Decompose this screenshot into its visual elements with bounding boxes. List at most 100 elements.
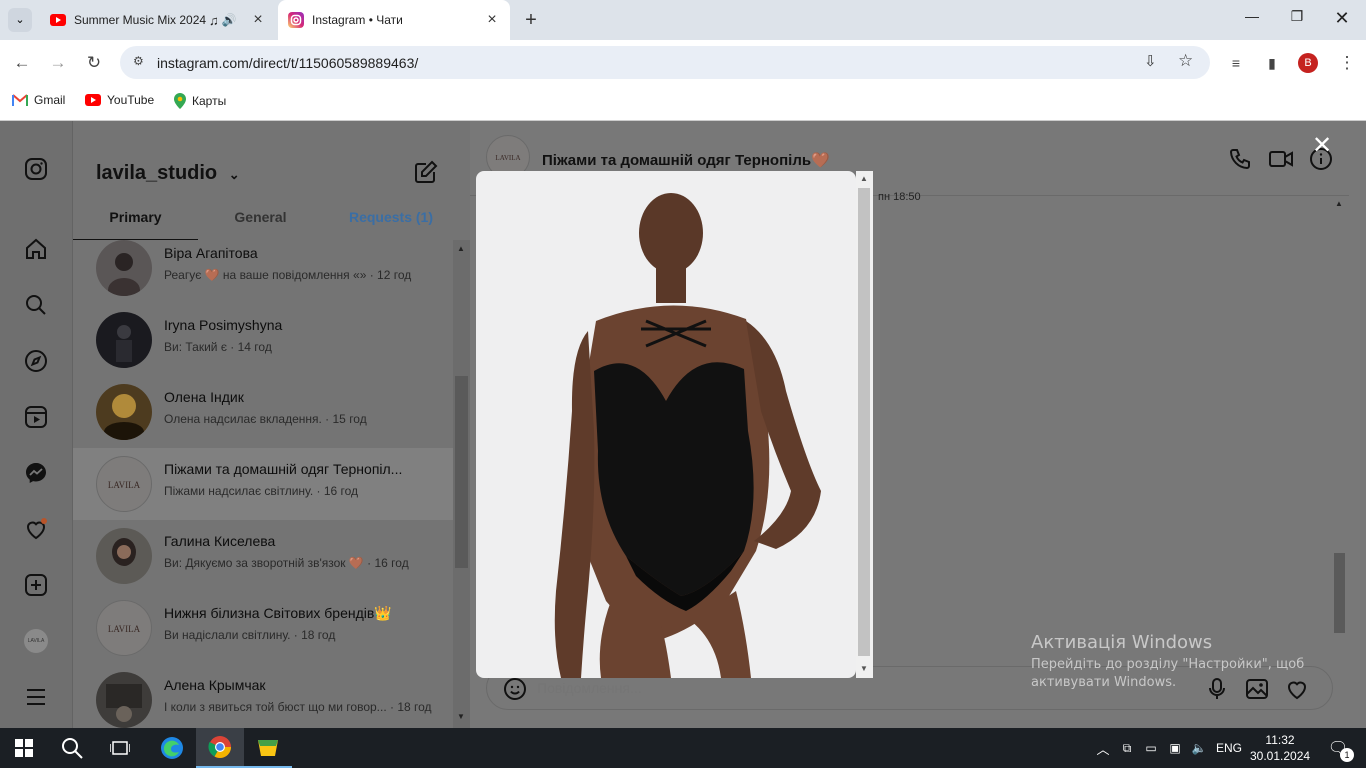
browser-toolbar: ← → ↻ ⚙ instagram.com/direct/t/115060589… — [0, 40, 1366, 85]
close-tab-icon[interactable]: × — [250, 12, 266, 28]
account-switcher[interactable]: lavila_studio ⌄ — [96, 162, 240, 185]
notification-center-button[interactable]: 🗨 1 — [1318, 728, 1358, 768]
reload-button[interactable]: ↻ — [81, 50, 107, 76]
clock[interactable]: 11:32 30.01.2024 — [1250, 732, 1310, 764]
network-icon[interactable]: ▣ — [1164, 728, 1186, 768]
scroll-down-arrow[interactable]: ▼ — [457, 712, 465, 721]
bookmark-star-icon[interactable]: ☆ — [1178, 51, 1193, 71]
video-call-icon[interactable] — [1268, 147, 1294, 171]
more-menu-icon[interactable] — [24, 685, 48, 709]
site-info-icon[interactable]: ⚙ — [133, 54, 144, 68]
emoji-icon[interactable] — [503, 677, 527, 701]
conversation-item[interactable]: LAVILA Нижня білизна Світових брендів👑 В… — [73, 592, 453, 664]
scrollbar-thumb[interactable] — [455, 376, 468, 568]
list-scrollbar[interactable]: ▲ ▼ — [453, 240, 470, 728]
bookmark-youtube[interactable]: YouTube — [85, 93, 154, 107]
explore-compass-icon[interactable] — [24, 349, 48, 373]
scroll-up-arrow[interactable]: ▲ — [1335, 199, 1343, 208]
battery-icon[interactable]: ▭ — [1140, 728, 1162, 768]
volume-icon[interactable]: 🔈 — [1188, 728, 1210, 768]
close-tab-icon[interactable]: × — [484, 12, 500, 28]
show-hidden-icons[interactable]: ︿ — [1092, 728, 1114, 768]
conversation-item[interactable]: Галина Киселева Ви: Дякуємо за зворотній… — [73, 520, 453, 592]
taskbar-app[interactable] — [244, 728, 292, 768]
phone-call-icon[interactable] — [1228, 147, 1252, 171]
new-tab-button[interactable]: + — [520, 9, 542, 31]
install-app-icon[interactable]: ⇩ — [1144, 52, 1157, 70]
avatar: LAVILA — [96, 600, 152, 656]
reels-icon[interactable] — [24, 405, 48, 429]
youtube-icon — [50, 12, 66, 28]
speaker-icon[interactable]: 🔊 — [222, 13, 237, 27]
instagram-logo-icon[interactable] — [24, 157, 48, 181]
watermark-line: Перейдіть до розділу "Настройки", щоб — [1031, 657, 1305, 672]
conversation-scroll: Віра Агапітова Реагує 🤎 на ваше повідомл… — [73, 240, 453, 728]
start-button[interactable] — [0, 728, 48, 768]
scroll-up-arrow[interactable]: ▲ — [457, 244, 465, 253]
avatar — [96, 312, 152, 368]
bookmark-label: Gmail — [34, 93, 66, 107]
conversation-item[interactable]: Олена Індик Олена надсилає вкладення. · … — [73, 376, 453, 448]
conversation-name: Галина Киселева — [164, 533, 276, 549]
task-view-icon — [110, 741, 130, 755]
close-viewer-icon[interactable]: ✕ — [1310, 134, 1334, 158]
profile-avatar[interactable]: LAVILA — [24, 629, 48, 653]
search-icon — [62, 738, 83, 759]
scroll-up-arrow[interactable]: ▲ — [860, 174, 868, 183]
taskbar-search-button[interactable] — [48, 728, 96, 768]
side-panel-icon[interactable]: ▮ — [1259, 50, 1285, 76]
chrome-menu-icon[interactable]: ⋮ — [1334, 50, 1360, 76]
bookmark-gmail[interactable]: Gmail — [12, 93, 65, 107]
chat-title[interactable]: Піжами та домашній одяг Тернопіль🤎 — [542, 151, 830, 169]
browser-tab-strip: ⌄ Summer Music Mix 2024 ♫ 🔊 × Instagram … — [0, 0, 1366, 40]
chat-scrollbar[interactable]: ▲ — [1331, 197, 1348, 647]
close-window-button[interactable]: ✕ — [1322, 8, 1362, 32]
tab-search-button[interactable]: ⌄ — [8, 8, 32, 32]
home-icon[interactable] — [24, 237, 48, 261]
scrollbar-thumb[interactable] — [1334, 553, 1345, 633]
conversation-preview: Реагує 🤎 на ваше повідомлення «» · 12 го… — [164, 268, 412, 282]
tab-general[interactable]: General — [198, 209, 323, 240]
avatar — [96, 672, 152, 728]
conversation-item[interactable]: Алена Крымчак І коли з явиться той бюст … — [73, 664, 453, 728]
url-text[interactable]: instagram.com/direct/t/115060589889463/ — [157, 55, 418, 71]
scrollbar-thumb[interactable] — [858, 188, 870, 656]
profile-avatar[interactable]: B — [1298, 53, 1318, 73]
tab-instagram[interactable]: Instagram • Чати × — [278, 0, 510, 40]
conversation-item[interactable]: Iryna Posimyshyna Ви: Такий є · 14 год — [73, 304, 453, 376]
tab-requests[interactable]: Requests (1) — [343, 209, 463, 240]
chevron-down-icon: ⌄ — [228, 167, 240, 182]
create-post-icon[interactable] — [24, 573, 48, 597]
search-icon[interactable] — [24, 293, 48, 317]
bookmark-label: YouTube — [107, 93, 155, 107]
restore-button[interactable]: ❐ — [1277, 8, 1317, 32]
watermark-line: активувати Windows. — [1031, 675, 1177, 690]
meet-now-icon[interactable]: ⧉ — [1116, 728, 1138, 768]
avatar — [96, 384, 152, 440]
notifications-heart-icon[interactable] — [24, 517, 48, 541]
minimize-button[interactable]: — — [1232, 8, 1272, 32]
forward-button[interactable]: → — [45, 50, 71, 76]
windows-logo-icon — [15, 739, 33, 757]
back-button[interactable]: ← — [9, 50, 35, 76]
conversation-item-selected[interactable]: LAVILA Піжами та домашній одяг Тернопіл.… — [73, 448, 453, 520]
tab-primary[interactable]: Primary — [73, 209, 198, 240]
notification-count-badge: 1 — [1340, 748, 1354, 762]
address-bar[interactable]: ⚙ instagram.com/direct/t/115060589889463… — [120, 46, 1210, 79]
image-viewer[interactable] — [476, 171, 856, 678]
taskbar-chrome[interactable] — [196, 728, 244, 768]
new-message-icon[interactable] — [414, 160, 438, 184]
edge-icon — [161, 737, 183, 759]
viewer-scrollbar[interactable]: ▲ ▼ — [856, 171, 873, 678]
windows-activation-watermark: Активація Windows Перейдіть до розділу "… — [1031, 632, 1304, 690]
bookmark-maps[interactable]: Карты — [174, 93, 226, 109]
task-view-button[interactable] — [96, 728, 144, 768]
conversation-item[interactable]: Віра Агапітова Реагує 🤎 на ваше повідомл… — [73, 240, 453, 304]
scroll-down-arrow[interactable]: ▼ — [860, 664, 868, 673]
taskbar-edge[interactable] — [148, 728, 196, 768]
media-control-icon[interactable]: ≡ — [1223, 50, 1249, 76]
language-indicator[interactable]: ENG — [1212, 728, 1246, 768]
messenger-icon[interactable] — [24, 461, 48, 485]
gmail-icon — [12, 94, 28, 106]
tab-youtube-music[interactable]: Summer Music Mix 2024 ♫ 🔊 × — [40, 0, 276, 40]
